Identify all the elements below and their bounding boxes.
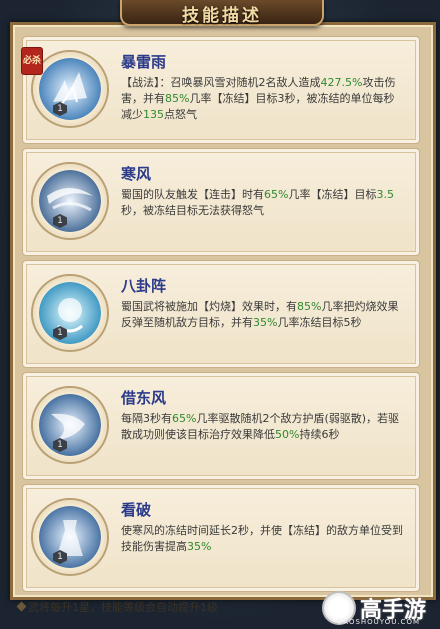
footer-note: 武将每升1星，技能等级会自动提升1级 — [28, 601, 218, 614]
desc-text: 几率【冻结】目标 — [288, 188, 377, 201]
skill-card: 1 借东风 每隔3秒有65%几率驱散随机2个敌方护盾(弱驱散)，若驱散成功则使该… — [22, 372, 420, 480]
desc-text: 持续6秒 — [299, 428, 340, 441]
skill-name: 八卦阵 — [121, 277, 167, 295]
east-wind-icon — [39, 394, 101, 456]
highlight-value: 427.5% — [320, 76, 363, 89]
skill-name: 寒风 — [121, 165, 152, 183]
highlight-value: 85% — [165, 92, 190, 105]
skill-card: 1 看破 使寒风的冻结时间延长2秒，并使【冻结】的敌方单位受到技能伤害提高35% — [22, 484, 420, 592]
ultimate-badge: 必杀 — [21, 47, 43, 75]
desc-text: 秒，被冻结目标无法获得怒气 — [121, 204, 264, 217]
skill-card: 1 八卦阵 蜀国武将被施加【灼烧】效果时，有85%几率把灼烧效果反弹至随机敌方目… — [22, 260, 420, 368]
desc-text: 几率冻结目标5秒 — [277, 316, 362, 329]
desc-text: 使寒风的冻结时间延长2秒，并使【冻结】的敌方单位受到技能伤害提高 — [121, 524, 403, 553]
page-title: 技能描述 — [182, 6, 262, 26]
skill-description: 每隔3秒有65%几率驱散随机2个敌方护盾(弱驱散)，若驱散成功则使该目标治疗效果… — [121, 411, 405, 443]
highlight-value: 65% — [264, 188, 289, 201]
skill-icon-frame[interactable]: 1 — [33, 500, 107, 574]
skill-description: 使寒风的冻结时间延长2秒，并使【冻结】的敌方单位受到技能伤害提高35% — [121, 523, 405, 555]
watermark-url: GAOSHOUYOU.COM — [336, 618, 420, 626]
highlight-value: 65% — [172, 412, 197, 425]
bagua-icon — [39, 282, 101, 344]
skill-card: 1 寒风 蜀国的队友触发【连击】时有65%几率【冻结】目标3.5 秒，被冻结目标无… — [22, 148, 420, 256]
skill-card: 1 必杀 暴雷雨 【战法】：召唤暴风雪对随机2名敌人造成427.5%攻击伤害，并… — [21, 36, 420, 144]
desc-text: 蜀国武将被施加【灼烧】效果时，有 — [121, 300, 297, 313]
header-banner: 技能描述 — [120, 0, 324, 26]
desc-text: 点怒气 — [164, 108, 197, 121]
highlight-value: 135 — [143, 108, 164, 121]
skill-icon-frame[interactable]: 1 — [33, 276, 107, 350]
skill-description: 蜀国武将被施加【灼烧】效果时，有85%几率把灼烧效果反弹至随机敌方目标，并有35… — [121, 299, 405, 331]
highlight-value: 35% — [187, 540, 212, 553]
skill-icon-frame[interactable]: 1 — [33, 388, 107, 462]
skill-icon-frame[interactable]: 1 — [33, 52, 107, 126]
highlight-value: 50% — [275, 428, 300, 441]
highlight-value: 85% — [297, 300, 322, 313]
desc-text: 每隔3秒有 — [121, 412, 172, 425]
desc-text: 蜀国的队友触发【连击】时有 — [121, 188, 264, 201]
highlight-value: 3.5 — [376, 188, 394, 201]
skill-name: 暴雷雨 — [121, 53, 167, 71]
cold-wind-icon — [39, 170, 101, 232]
see-through-icon — [39, 506, 101, 568]
skill-icon-frame[interactable]: 1 — [33, 164, 107, 238]
highlight-value: 35% — [253, 316, 278, 329]
desc-text: 【战法】：召唤暴风雪对随机2名敌人造成 — [121, 76, 321, 89]
skill-description: 【战法】：召唤暴风雪对随机2名敌人造成427.5%攻击伤害，并有85%几率【冻结… — [121, 75, 405, 123]
storm-icon — [39, 58, 101, 120]
skill-name: 看破 — [121, 501, 152, 519]
skill-description: 蜀国的队友触发【连击】时有65%几率【冻结】目标3.5 秒，被冻结目标无法获得怒气 — [121, 187, 405, 219]
skill-name: 借东风 — [121, 389, 167, 407]
